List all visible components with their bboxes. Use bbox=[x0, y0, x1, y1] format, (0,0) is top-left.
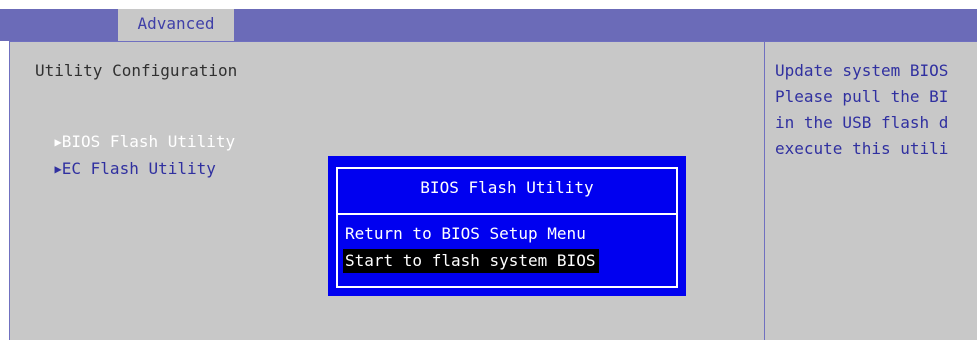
dialog-title: BIOS Flash Utility bbox=[420, 178, 594, 197]
triangle-right-icon: ▶ bbox=[54, 162, 62, 176]
tab-advanced[interactable]: Advanced bbox=[118, 9, 234, 41]
help-line: Please pull the BI bbox=[775, 87, 949, 106]
bios-flash-dialog: BIOS Flash Utility Return to BIOS Setup … bbox=[328, 156, 686, 296]
dialog-separator bbox=[338, 213, 676, 215]
dialog-option-start-flash[interactable]: Start to flash system BIOS bbox=[343, 249, 600, 273]
menu-item-label: EC Flash Utility bbox=[61, 159, 216, 178]
help-line: Update system BIOS bbox=[775, 61, 949, 80]
help-panel: Update system BIOS Please pull the BI in… bbox=[775, 0, 977, 340]
dialog-option-return-to-setup[interactable]: Return to BIOS Setup Menu bbox=[343, 222, 588, 246]
menu-item-ec-flash-utility[interactable]: ▶EC Flash Utility bbox=[16, 140, 216, 197]
help-line: execute this utili bbox=[775, 139, 949, 158]
panel-divider bbox=[764, 41, 765, 340]
help-line: in the USB flash d bbox=[775, 113, 949, 132]
bios-setup-screen: Advanced Utility Configuration ▶ BIOS Fla… bbox=[0, 0, 977, 340]
section-title: Utility Configuration bbox=[35, 61, 238, 80]
